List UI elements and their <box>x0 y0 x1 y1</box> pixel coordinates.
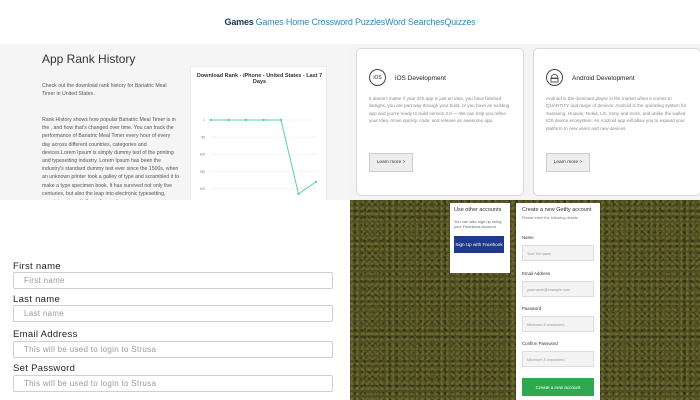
rank-intro: Check out the download rank history for … <box>42 83 167 98</box>
last-name-label: Last name <box>13 294 61 305</box>
android-icon <box>546 69 563 86</box>
nav-item-quizzes[interactable]: Quizzes <box>444 17 475 27</box>
reg-name-label: Name <box>522 235 534 240</box>
reg-name-input[interactable]: Your full name <box>522 245 594 261</box>
top-nav: Games Games Home Crossword Puzzles Word … <box>0 0 700 44</box>
email-input[interactable]: This will be used to login to Strusa <box>13 341 333 358</box>
rank-description: Rank History shows how popular Bariatric… <box>42 117 179 200</box>
register-box: Create a new Getlty account Please enter… <box>516 203 600 400</box>
password-label: Set Password <box>13 363 76 374</box>
reg-email-label: Email Address <box>522 271 551 276</box>
signup-form: First name First name Last name Last nam… <box>0 200 350 400</box>
reg-password-label: Password <box>522 306 542 311</box>
screenshot-collage: Games Games Home Crossword Puzzles Word … <box>0 0 700 400</box>
rank-chart-svg: 150100150200250Apr 07Apr 08Apr 09Apr 10A… <box>200 118 318 196</box>
data-point <box>209 118 213 122</box>
register-panel: Use other accounts You can also sign up … <box>350 200 700 400</box>
android-card-desc: Android is the dominant player in the ma… <box>546 96 687 131</box>
data-point <box>279 118 283 122</box>
register-title: Create a new Getlty account <box>522 207 592 213</box>
y-tick-label: 100 <box>200 153 206 157</box>
first-name-input[interactable]: First name <box>13 272 333 289</box>
nav-item-word-searches[interactable]: Word Searches <box>385 17 444 27</box>
data-point <box>314 180 318 184</box>
y-tick-label: 150 <box>200 170 206 174</box>
nav-brand[interactable]: Games <box>225 17 254 27</box>
nav-item-home[interactable]: Home <box>286 17 309 27</box>
ios-card-desc: It doesn't matter if your iOS app is jus… <box>369 96 510 124</box>
android-card-title: Android Development <box>572 75 635 82</box>
y-tick-label: 50 <box>201 135 205 139</box>
y-tick-label: 200 <box>200 187 206 191</box>
last-name-input[interactable]: Last name <box>13 305 333 322</box>
reg-confirm-input[interactable]: Minimum 8 characters <box>522 351 594 367</box>
facebook-signup-button[interactable]: Sign Up with Facebook <box>454 235 504 253</box>
nav-item-crossword[interactable]: Crossword Puzzles <box>311 17 385 27</box>
reg-confirm-label: Confirm Password <box>522 341 558 346</box>
ios-card: iOS iOS Development It doesn't matter if… <box>356 48 524 196</box>
other-accounts-desc: You can also sign up using your Facebook… <box>454 219 502 230</box>
first-name-label: First name <box>13 261 61 272</box>
reg-email-input[interactable]: yourname@example.com <box>522 281 594 297</box>
other-accounts-box: Use other accounts You can also sign up … <box>450 203 510 273</box>
app-rank-panel: App Rank History Check out the download … <box>0 44 350 200</box>
other-accounts-title: Use other accounts <box>454 207 502 213</box>
ios-learn-more-button[interactable]: Learn more > <box>369 153 413 172</box>
data-point <box>262 118 265 122</box>
data-point <box>244 118 248 122</box>
rank-chart: Download Rank - iPhone - United States -… <box>190 66 327 200</box>
android-card: Android Development Android is the domin… <box>533 48 700 196</box>
register-subtitle: Please enter the following details. <box>522 216 579 220</box>
ios-icon: iOS <box>369 69 386 86</box>
data-point <box>297 192 300 196</box>
reg-password-input[interactable]: Minimum 8 characters <box>522 316 594 332</box>
nav-item-games[interactable]: Games <box>256 17 284 27</box>
android-learn-more-button[interactable]: Learn more > <box>546 153 590 172</box>
service-cards: iOS iOS Development It doesn't matter if… <box>350 44 700 200</box>
create-account-button[interactable]: Create a new account <box>522 378 594 396</box>
y-tick-label: 1 <box>203 118 205 122</box>
email-label: Email Address <box>13 329 78 340</box>
series-line <box>211 119 317 195</box>
ios-card-title: iOS Development <box>395 75 446 82</box>
rank-title: App Rank History <box>42 52 136 66</box>
android-glyph-icon <box>550 73 559 82</box>
password-input[interactable]: This will be used to login to Strusa <box>13 375 333 392</box>
data-point <box>227 118 230 122</box>
